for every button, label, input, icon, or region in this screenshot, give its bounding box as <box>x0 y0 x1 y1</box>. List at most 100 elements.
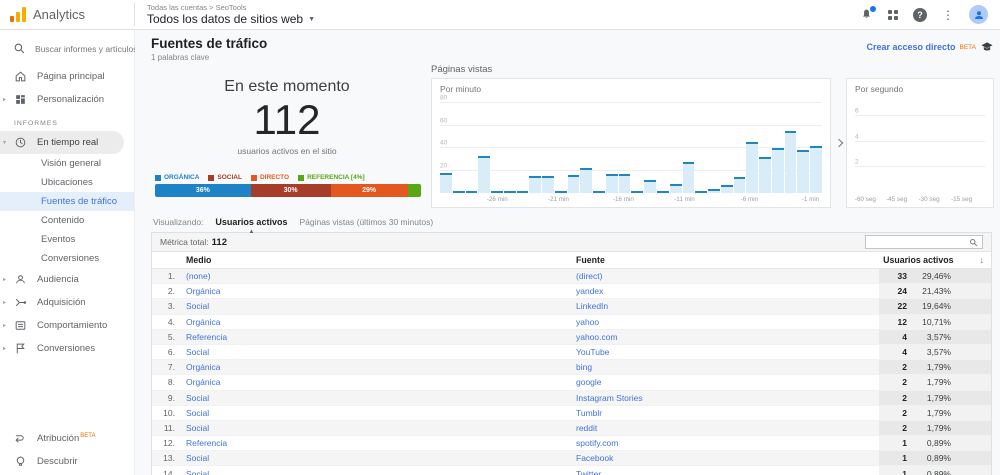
bar[interactable] <box>708 189 720 194</box>
source-link[interactable]: Tumblr <box>576 406 879 420</box>
sidebar-item-attribution[interactable]: AtribuciónBETA <box>0 427 134 450</box>
medium-link[interactable]: Orgánica <box>186 360 576 374</box>
bar[interactable] <box>759 157 771 193</box>
sidebar-subitem-ubicaciones[interactable]: Ubicaciones <box>0 173 134 192</box>
more-options-button[interactable]: ⋮ <box>942 8 954 22</box>
source-link[interactable]: spotify.com <box>576 436 879 450</box>
bar[interactable] <box>772 148 784 193</box>
sidebar-item-conversiones[interactable]: ▸Conversiones <box>0 337 134 360</box>
medium-link[interactable]: Orgánica <box>186 284 576 298</box>
medium-link[interactable]: Social <box>186 391 576 405</box>
bar[interactable] <box>478 156 490 193</box>
medium-link[interactable]: Social <box>186 299 576 313</box>
apps-button[interactable] <box>888 10 898 20</box>
sidebar-item-personalization[interactable]: ▸ Personalización <box>0 88 134 111</box>
notifications-button[interactable] <box>860 8 873 21</box>
medium-link[interactable]: Social <box>186 406 576 420</box>
breadcrumb-path[interactable]: Todas las cuentas > SeoTools <box>147 3 315 12</box>
medium-link[interactable]: Orgánica <box>186 375 576 389</box>
source-link[interactable]: yahoo <box>576 315 879 329</box>
graduation-cap-icon[interactable] <box>980 40 994 54</box>
column-header-usuarios[interactable]: Usuarios activos <box>883 255 953 265</box>
sidebar-item-adquisición[interactable]: ▸Adquisición <box>0 291 134 314</box>
sidebar-item-realtime[interactable]: ▾ En tiempo real <box>0 131 124 154</box>
medium-link[interactable]: Referencia <box>186 330 576 344</box>
bar[interactable] <box>606 174 618 193</box>
bar[interactable] <box>453 191 465 193</box>
table-row: 1.(none)(direct)3329,46% <box>152 269 991 284</box>
source-link[interactable]: bing <box>576 360 879 374</box>
bar[interactable] <box>657 191 669 193</box>
source-link[interactable]: Instagram Stories <box>576 391 879 405</box>
bar[interactable] <box>734 177 746 193</box>
bar[interactable] <box>580 168 592 193</box>
bar[interactable] <box>746 142 758 193</box>
bar[interactable] <box>504 191 516 193</box>
realtime-submenu: Visión generalUbicacionesFuentes de tráf… <box>0 154 134 268</box>
tab-pageviews[interactable]: Páginas vistas (últimos 30 minutos) <box>299 217 433 227</box>
source-link[interactable]: LinkedIn <box>576 299 879 313</box>
create-shortcut-button[interactable]: Crear acceso directo BETA <box>866 40 994 54</box>
bar[interactable] <box>555 191 567 193</box>
bar[interactable] <box>542 176 554 193</box>
sidebar-item-comportamiento[interactable]: ▸Comportamiento <box>0 314 134 337</box>
source-link[interactable]: yandex <box>576 284 879 298</box>
bar[interactable] <box>785 131 797 193</box>
bar[interactable] <box>466 191 478 193</box>
sidebar-item-audiencia[interactable]: ▸Audiencia <box>0 268 134 291</box>
bar[interactable] <box>644 180 656 194</box>
source-link[interactable]: YouTube <box>576 345 879 359</box>
column-header-fuente[interactable]: Fuente <box>576 255 883 265</box>
medium-link[interactable]: Social <box>186 451 576 465</box>
medium-link[interactable]: (none) <box>186 269 576 283</box>
bar[interactable] <box>568 175 580 193</box>
beta-badge: BETA <box>960 44 977 51</box>
sidebar-subitem-contenido[interactable]: Contenido <box>0 211 134 230</box>
bar[interactable] <box>631 191 643 193</box>
source-link[interactable]: (direct) <box>576 269 879 283</box>
sidebar-item-home[interactable]: Página principal <box>0 65 134 88</box>
sidebar-item-discover[interactable]: Descubrir <box>0 450 134 473</box>
chart-scroll-right-button[interactable] <box>831 78 846 208</box>
sidebar-subitem-eventos[interactable]: Eventos <box>0 230 134 249</box>
help-button[interactable]: ? <box>913 8 927 22</box>
bar[interactable] <box>593 191 605 193</box>
bar[interactable] <box>810 146 822 193</box>
search-icon[interactable] <box>969 238 978 247</box>
medium-link[interactable]: Referencia <box>186 436 576 450</box>
bar[interactable] <box>619 174 631 193</box>
medium-link[interactable]: Social <box>186 345 576 359</box>
source-link[interactable]: Twitter <box>576 466 879 475</box>
bar[interactable] <box>721 185 733 193</box>
bar[interactable] <box>517 191 529 193</box>
source-link[interactable]: google <box>576 375 879 389</box>
bar[interactable] <box>440 173 452 193</box>
sidebar-subitem-visi-n-general[interactable]: Visión general <box>0 154 134 173</box>
row-number: 6. <box>152 345 186 359</box>
analytics-logo[interactable]: Analytics <box>10 7 134 22</box>
bar[interactable] <box>670 184 682 193</box>
column-header-medio[interactable]: Medio <box>186 255 576 265</box>
bar[interactable] <box>683 162 695 194</box>
tab-active-users[interactable]: Usuarios activos ▲ <box>215 217 287 227</box>
source-link[interactable]: reddit <box>576 421 879 435</box>
sort-descending-icon[interactable]: ↓ <box>980 255 985 265</box>
bar[interactable] <box>695 191 707 193</box>
source-link[interactable]: yahoo.com <box>576 330 879 344</box>
medium-link[interactable]: Social <box>186 421 576 435</box>
sidebar-subitem-fuentes-de-tr-fico[interactable]: Fuentes de tráfico <box>0 192 134 211</box>
bar[interactable] <box>529 176 541 193</box>
property-selector[interactable]: Todos los datos de sitios web ▼ <box>147 12 315 26</box>
table-search-input[interactable] <box>870 238 969 247</box>
bar[interactable] <box>491 191 503 193</box>
medium-link[interactable]: Social <box>186 466 576 475</box>
sidebar-search-input[interactable] <box>35 44 135 54</box>
source-link[interactable]: Facebook <box>576 451 879 465</box>
bar[interactable] <box>797 150 809 193</box>
active-users-pct: 1,79% <box>907 362 951 372</box>
sidebar-subitem-conversiones[interactable]: Conversiones <box>0 249 134 268</box>
avatar[interactable] <box>969 5 988 24</box>
medium-link[interactable]: Orgánica <box>186 315 576 329</box>
sidebar-search[interactable] <box>0 36 134 65</box>
table-search[interactable] <box>865 235 983 249</box>
